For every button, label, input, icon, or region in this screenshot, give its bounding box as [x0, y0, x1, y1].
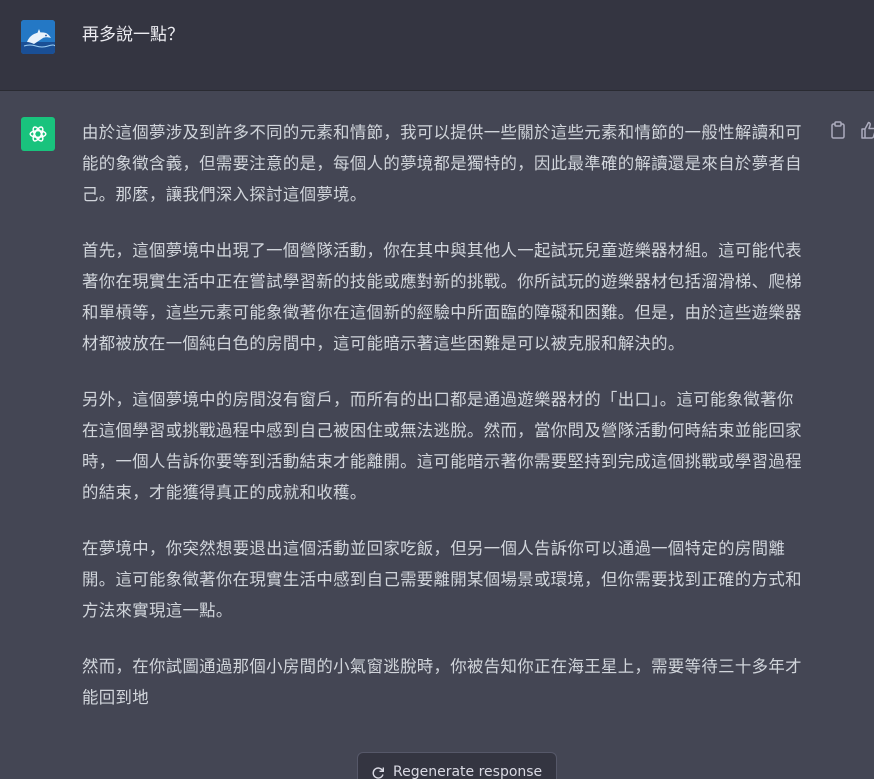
regenerate-response-button[interactable]: Regenerate response — [357, 752, 557, 779]
openai-logo-icon — [21, 117, 55, 151]
refresh-icon — [371, 766, 385, 779]
copy-icon[interactable] — [830, 121, 846, 143]
assistant-message-row: 由於這個夢涉及到許多不同的元素和情節，我可以提供一些關於這些元素和情節的一般性解… — [0, 91, 874, 779]
chat-page: 再多說一點？ 由於這個夢涉及到許多不同的元素和情節，我可以提供一些關於這些元素和… — [0, 0, 874, 779]
thumbs-up-icon[interactable] — [860, 121, 874, 143]
user-message-row: 再多說一點？ — [0, 0, 874, 91]
answer-paragraph: 由於這個夢涉及到許多不同的元素和情節，我可以提供一些關於這些元素和情節的一般性解… — [82, 123, 802, 204]
answer-paragraph: 在夢境中，你突然想要退出這個活動並回家吃飯，但另一個人告訴你可以通過一個特定的房… — [82, 539, 802, 620]
assistant-message-text: 由於這個夢涉及到許多不同的元素和情節，我可以提供一些關於這些元素和情節的一般性解… — [82, 117, 804, 738]
answer-paragraph: 然而，在你試圖通過那個小房間的小氣窗逃脫時，你被告知你正在海王星上，需要等待三十… — [82, 657, 802, 707]
regenerate-label: Regenerate response — [393, 764, 543, 779]
dolphin-avatar-icon — [21, 20, 55, 54]
answer-paragraph: 首先，這個夢境中出現了一個營隊活動，你在其中與其他人一起試玩兒童遊樂器材組。這可… — [82, 241, 802, 353]
user-message-text: 再多說一點？ — [82, 25, 184, 45]
answer-paragraph: 另外，這個夢境中的房間沒有窗戶，而所有的出口都是通過遊樂器材的「出口」。這可能象… — [82, 390, 802, 502]
